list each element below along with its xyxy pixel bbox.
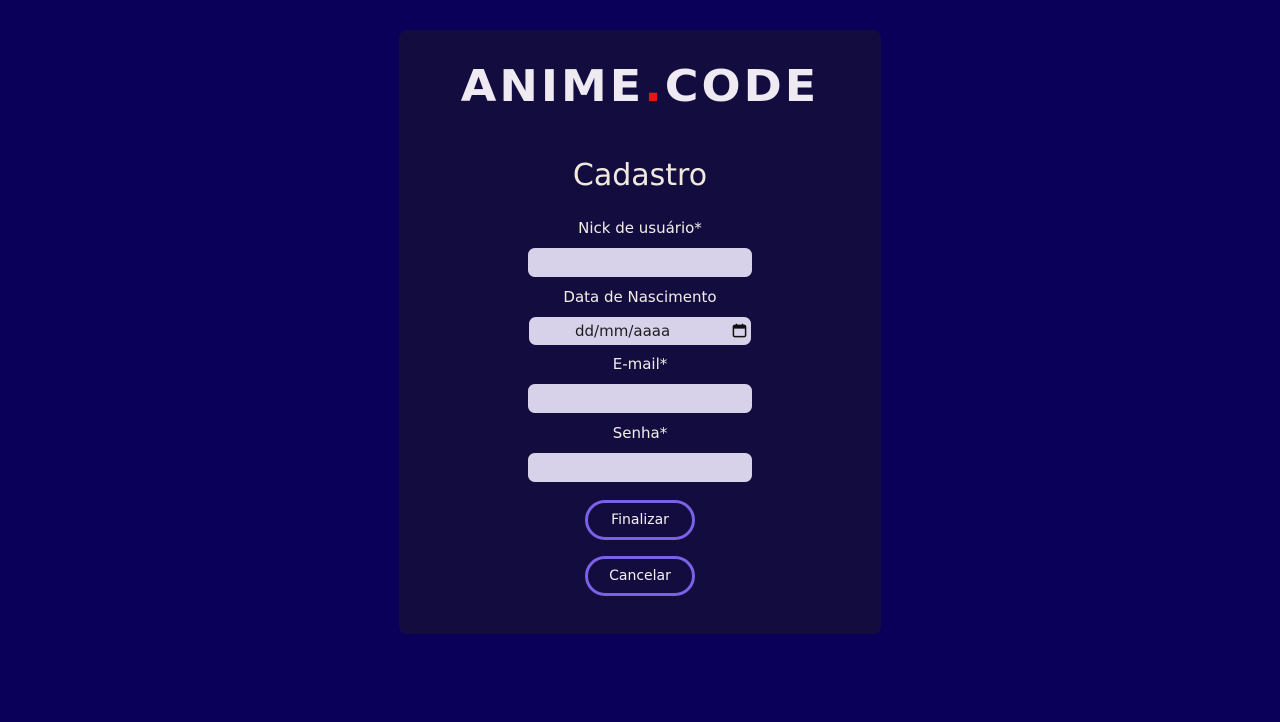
calendar-icon[interactable] bbox=[732, 323, 747, 338]
email-input[interactable] bbox=[528, 384, 752, 413]
nick-label: Nick de usuário* bbox=[578, 219, 702, 237]
cancel-button[interactable]: Cancelar bbox=[585, 556, 695, 596]
logo-text-anime: ANIME bbox=[460, 60, 645, 112]
birth-date-label: Data de Nascimento bbox=[563, 288, 717, 306]
anime-code-logo: ANIME.CODE bbox=[399, 59, 881, 112]
page-title: Cadastro bbox=[572, 158, 708, 193]
password-label: Senha* bbox=[612, 424, 668, 442]
password-input[interactable] bbox=[528, 453, 752, 482]
logo-dot: . bbox=[644, 60, 665, 112]
nick-input[interactable] bbox=[528, 248, 752, 277]
finalize-button[interactable]: Finalizar bbox=[585, 500, 695, 540]
logo-text-code: CODE bbox=[664, 60, 820, 112]
birth-date-input[interactable]: dd/mm/aaaa bbox=[529, 317, 751, 345]
email-label: E-mail* bbox=[612, 355, 668, 373]
birth-date-placeholder: dd/mm/aaaa bbox=[575, 322, 671, 340]
